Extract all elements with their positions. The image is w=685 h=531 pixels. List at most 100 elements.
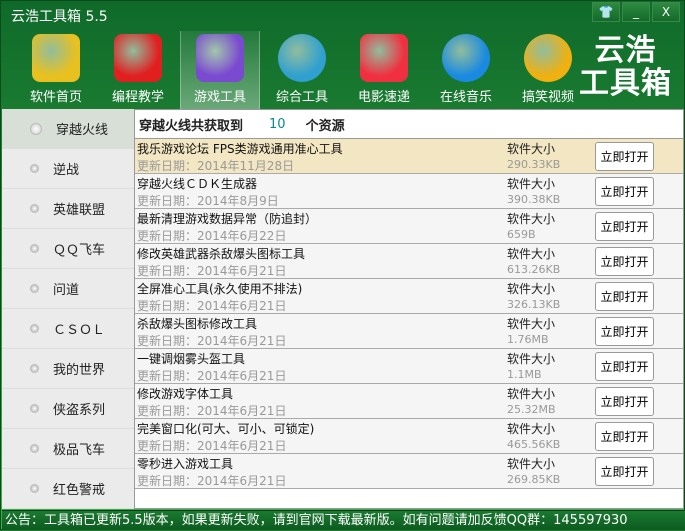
toolbar-item-4[interactable]: 电影速递 [344, 31, 424, 109]
resource-date: 更新日期：2014年6月21日 [137, 334, 287, 348]
toolbar-item-1[interactable]: 编程教学 [98, 31, 178, 109]
minimize-button[interactable]: _ [622, 2, 650, 22]
radio-dot-icon [30, 122, 42, 135]
open-button[interactable]: 立即打开 [595, 177, 654, 206]
resource-panel: 穿越火线共获取到 10 个资源 我乐游戏论坛 FPS类游戏通用准心工具 更新日期：… [134, 109, 684, 509]
resource-size: 1.76MB [507, 333, 549, 346]
resource-count: 10 [269, 116, 286, 132]
funny-video-icon [524, 34, 572, 82]
resource-size: 25.32MB [507, 403, 556, 416]
sidebar-item[interactable]: 极品飞车 [2, 429, 134, 469]
resource-date: 更新日期：2014年6月21日 [137, 264, 287, 278]
size-label: 软件大小 [507, 142, 556, 156]
resource-row[interactable]: 穿越火线ＣＤＫ生成器 更新日期：2014年8月9日 软件大小 390.38KB 立即打开 [135, 174, 683, 209]
skin-button[interactable]: 👕 [592, 2, 620, 22]
open-button[interactable]: 立即打开 [595, 212, 654, 241]
resource-name: 完美窗口化(可大、可小、可锁定) [137, 422, 315, 436]
open-button[interactable]: 立即打开 [595, 352, 654, 381]
sidebar-item-label: 侠盗系列 [53, 403, 106, 418]
sidebar-item[interactable]: 侠盗系列 [2, 389, 134, 429]
resource-row[interactable]: 零秒进入游戏工具 更新日期：2014年6月21日 软件大小 269.85KB 立即打开 [135, 454, 683, 489]
size-label: 软件大小 [507, 282, 556, 296]
sidebar-item[interactable]: ＣＳＯＬ [2, 309, 134, 349]
resource-name: 杀敌爆头图标修改工具 [137, 317, 258, 331]
size-label: 软件大小 [507, 317, 556, 331]
toolbar-item-0[interactable]: 软件首页 [16, 31, 96, 109]
resource-row[interactable]: 完美窗口化(可大、可小、可锁定) 更新日期：2014年6月21日 软件大小 465.5… [135, 419, 683, 454]
open-button[interactable]: 立即打开 [595, 387, 654, 416]
toolbar-item-2[interactable]: 游戏工具 [180, 31, 260, 109]
resource-name: 一键调烟雾头盔工具 [137, 352, 246, 366]
size-label: 软件大小 [507, 177, 556, 191]
resource-name: 修改英雄武器杀敌爆头图标工具 [137, 247, 306, 261]
resource-date: 更新日期：2014年11月28日 [137, 159, 295, 173]
resource-date: 更新日期：2014年6月21日 [137, 439, 287, 453]
radio-dot-icon [30, 324, 39, 333]
resource-row[interactable]: 一键调烟雾头盔工具 更新日期：2014年6月21日 软件大小 1.1MB 立即打开 [135, 349, 683, 384]
toolbar-label: 游戏工具 [193, 90, 246, 105]
sidebar-item[interactable]: 我的世界 [2, 349, 134, 389]
resource-row[interactable]: 全屏准心工具(永久使用不排法) 更新日期：2014年6月21日 软件大小 326.13… [135, 279, 683, 314]
radio-dot-icon [30, 444, 39, 453]
toolbar-item-6[interactable]: 搞笑视频 [508, 31, 588, 109]
resource-name: 最新清理游戏数据异常（防追封） [137, 212, 318, 226]
size-label: 软件大小 [507, 457, 556, 471]
resource-size: 465.56KB [507, 438, 561, 451]
size-label: 软件大小 [507, 352, 556, 366]
radio-dot-icon [30, 484, 39, 493]
open-button[interactable]: 立即打开 [595, 247, 654, 276]
window-title: 云浩工具箱 5.5 [11, 9, 108, 25]
resource-date: 更新日期：2014年6月21日 [137, 299, 287, 313]
resource-name: 修改游戏字体工具 [137, 387, 234, 401]
toolbar-label: 在线音乐 [439, 90, 492, 105]
radio-dot-icon [30, 364, 39, 373]
open-button[interactable]: 立即打开 [595, 422, 654, 451]
announcement-bar: 公告：工具箱已更新5.5版本，如果更新失败，请到官网下载最新版。如有问题请加反馈… [2, 510, 685, 530]
resource-name: 我乐游戏论坛 FPS类游戏通用准心工具 [137, 142, 343, 156]
open-button[interactable]: 立即打开 [595, 142, 654, 171]
sidebar-item[interactable]: 逆战 [2, 149, 134, 189]
sidebar-item-label: 问道 [53, 283, 80, 298]
movie-icon [360, 34, 408, 82]
toolbar-label: 软件首页 [29, 90, 82, 105]
size-label: 软件大小 [507, 422, 556, 436]
close-button[interactable]: X [652, 2, 680, 22]
toolbar-item-5[interactable]: 在线音乐 [426, 31, 506, 109]
open-button[interactable]: 立即打开 [595, 282, 654, 311]
resource-list[interactable]: 我乐游戏论坛 FPS类游戏通用准心工具 更新日期：2014年11月28日 软件大小 2… [135, 139, 683, 489]
toolbar-item-3[interactable]: 综合工具 [262, 31, 342, 109]
open-button[interactable]: 立即打开 [595, 317, 654, 346]
music-icon [442, 34, 490, 82]
sidebar-item-label: ＣＳＯＬ [53, 323, 106, 338]
resource-row[interactable]: 修改游戏字体工具 更新日期：2014年6月21日 软件大小 25.32MB 立即打开 [135, 384, 683, 419]
resource-date: 更新日期：2014年6月21日 [137, 474, 287, 488]
resource-row[interactable]: 最新清理游戏数据异常（防追封） 更新日期：2014年6月22日 软件大小 659B 立即… [135, 209, 683, 244]
gamepad-icon [196, 34, 244, 82]
resource-size: 613.26KB [507, 263, 561, 276]
resource-date: 更新日期：2014年6月22日 [137, 229, 287, 243]
resource-date: 更新日期：2014年6月21日 [137, 404, 287, 418]
sidebar-item[interactable]: 英雄联盟 [2, 189, 134, 229]
resource-size: 390.38KB [507, 193, 561, 206]
toolbar-label: 综合工具 [275, 90, 328, 105]
resource-size: 326.13KB [507, 298, 561, 311]
resource-row[interactable]: 杀敌爆头图标修改工具更新日期：2014年6月21日 软件大小 1.76MB 立即打开 [135, 314, 683, 349]
sidebar: 穿越火线 逆战英雄联盟 ＱＱ飞车问道 ＣＳＯＬ 我的世界侠盗系列极品飞车红色警戒 [2, 109, 134, 509]
header-prefix: 穿越火线共获取到 [139, 118, 244, 134]
sidebar-item[interactable]: ＱＱ飞车 [2, 229, 134, 269]
sidebar-item[interactable]: 红色警戒 [2, 469, 134, 509]
radio-dot-icon [30, 204, 39, 213]
sidebar-item[interactable]: 穿越火线 [2, 109, 134, 149]
sidebar-item[interactable]: 问道 [2, 269, 134, 309]
home-icon [32, 34, 80, 82]
sidebar-item-label: 极品飞车 [53, 443, 106, 458]
sidebar-item-label: 英雄联盟 [53, 203, 106, 218]
open-button[interactable]: 立即打开 [595, 457, 654, 486]
resource-name: 零秒进入游戏工具 [137, 457, 234, 471]
logo-line1: 云浩 [594, 33, 657, 68]
resource-size: 659B [507, 228, 536, 241]
resource-row[interactable]: 我乐游戏论坛 FPS类游戏通用准心工具 更新日期：2014年11月28日 软件大小 2… [135, 139, 683, 174]
resource-row[interactable]: 修改英雄武器杀敌爆头图标工具 更新日期：2014年6月21日 软件大小 613.26K… [135, 244, 683, 279]
header-suffix: 个资源 [305, 118, 345, 134]
resource-header: 穿越火线共获取到 10 个资源 [135, 110, 683, 139]
